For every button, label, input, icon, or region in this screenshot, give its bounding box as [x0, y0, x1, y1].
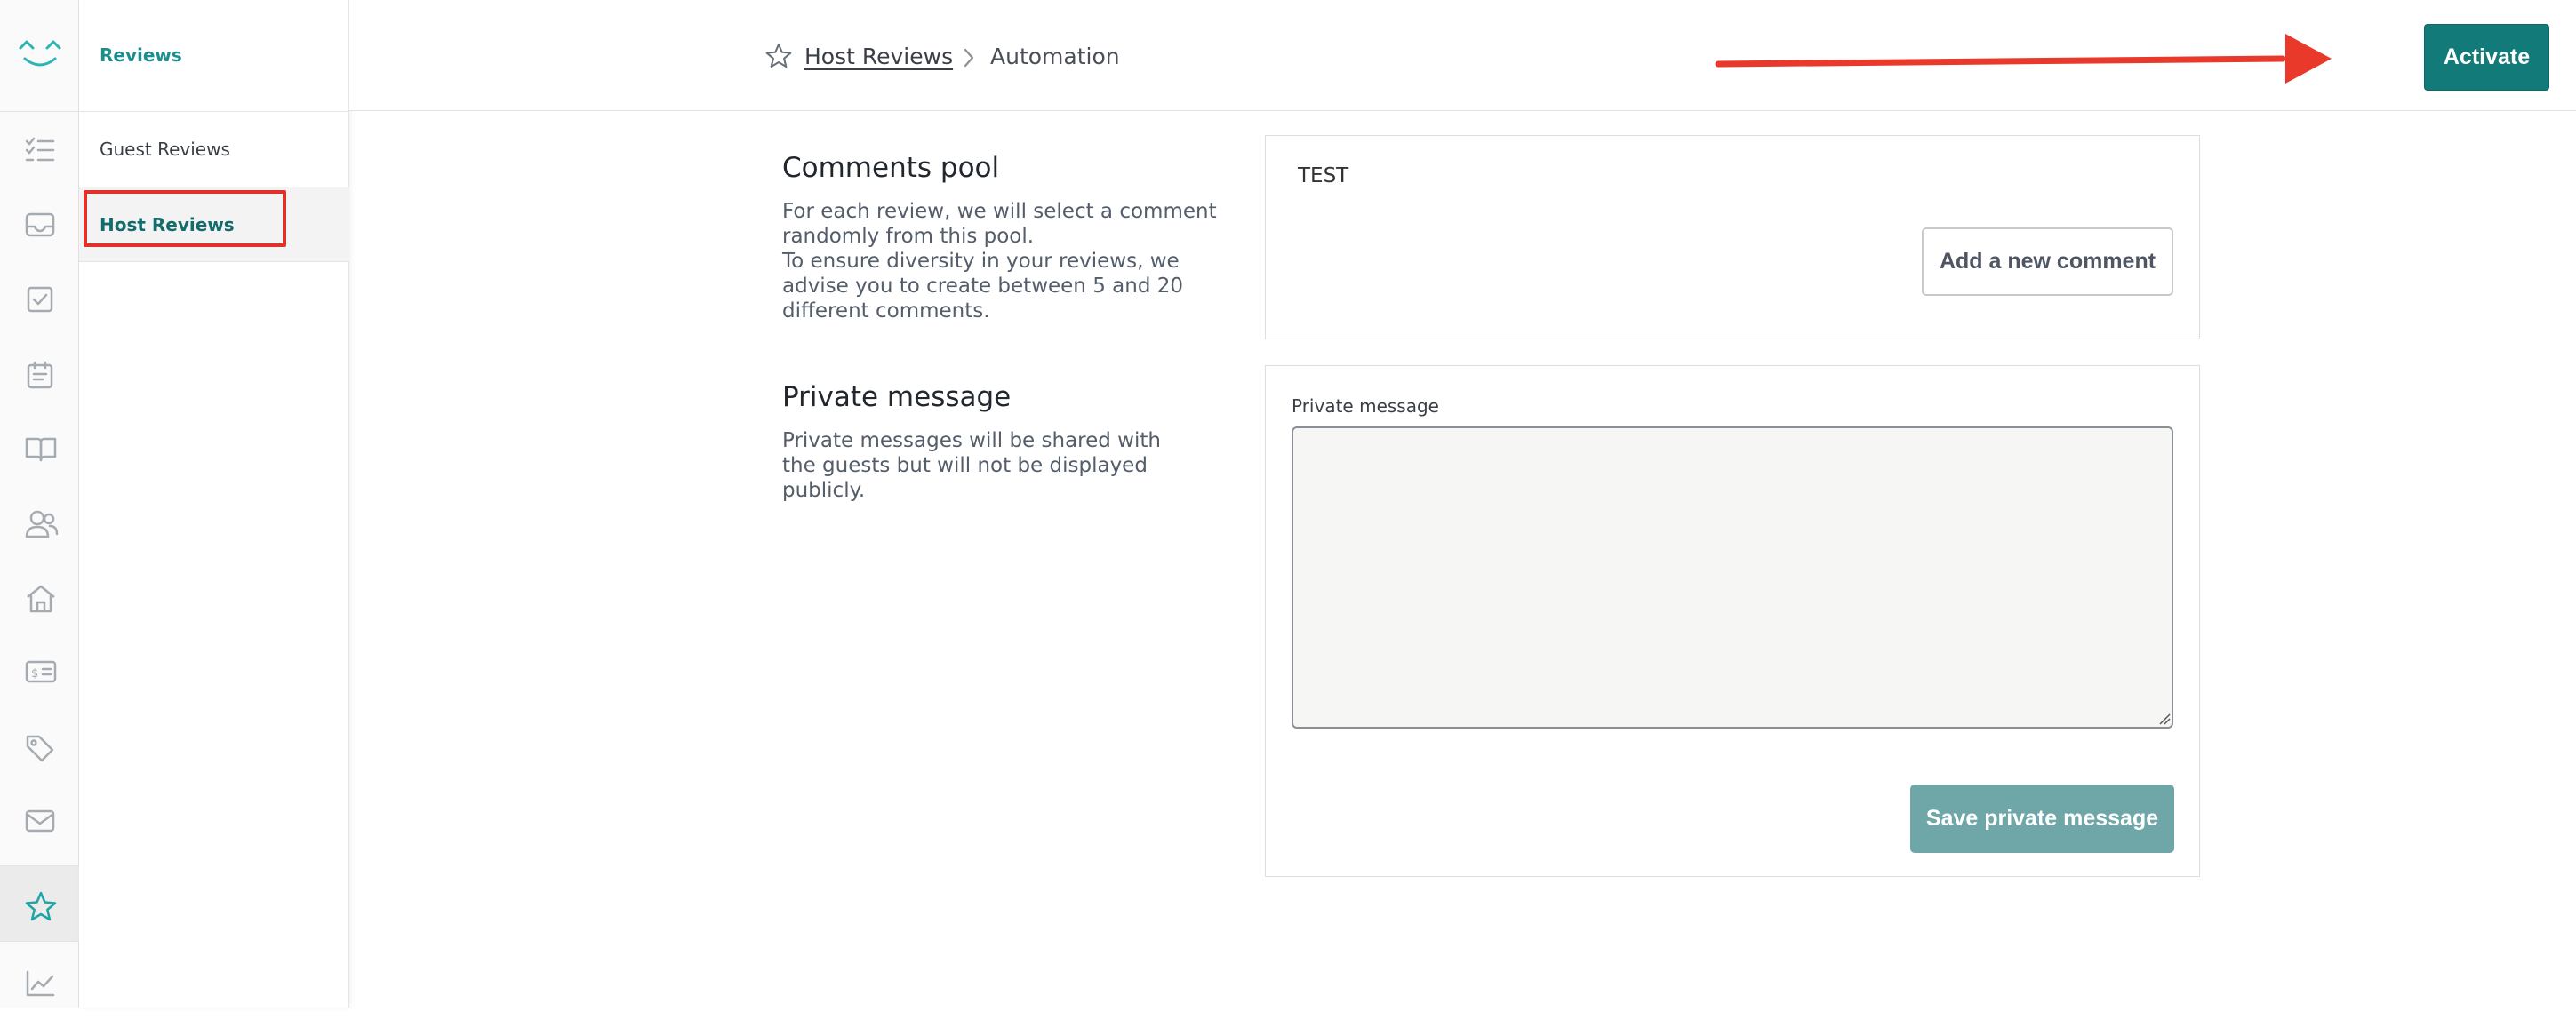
inbox-icon — [25, 212, 55, 237]
comments-pool-card: TEST Add a new comment — [1265, 135, 2200, 339]
comments-pool-title: Comments pool — [782, 152, 1000, 184]
subnav-title: Reviews — [100, 44, 182, 66]
rail-analytics[interactable] — [0, 945, 79, 1020]
annotation-arrow-icon — [1715, 34, 2332, 84]
rail-calendar[interactable] — [0, 336, 79, 410]
checklist-icon — [25, 137, 55, 162]
rail-billing[interactable]: $ — [0, 634, 79, 709]
breadcrumb-link[interactable]: Host Reviews — [804, 44, 953, 69]
description-line: For each review, we will select a commen… — [782, 200, 1217, 248]
private-message-label: Private message — [1292, 395, 1439, 417]
page-header: Host Reviews Automation Activate — [349, 0, 2576, 111]
rail-tags[interactable] — [0, 709, 79, 784]
chart-icon — [26, 970, 55, 997]
smile-logo-icon — [19, 40, 61, 67]
rail-tasks[interactable] — [0, 261, 79, 336]
resize-handle-icon[interactable] — [2158, 713, 2171, 725]
private-message-card: Private message Save private message — [1265, 365, 2200, 877]
activate-button[interactable]: Activate — [2424, 24, 2549, 91]
rail-messages[interactable] — [0, 784, 79, 858]
calendar-icon — [27, 361, 53, 389]
annotation-highlight-box — [84, 190, 286, 247]
chevron-right-icon — [964, 48, 974, 68]
home-icon — [27, 585, 55, 613]
rail-inbox[interactable] — [0, 187, 79, 261]
private-message-description: Private messages will be shared with the… — [782, 429, 1161, 502]
star-icon — [25, 891, 57, 921]
reviews-subnav: Reviews Guest Reviews Host Reviews — [79, 0, 349, 1008]
comments-pool-description: For each review, we will select a commen… — [782, 199, 1244, 323]
rail-checklist[interactable] — [0, 112, 79, 187]
comment-item[interactable]: TEST — [1298, 164, 1348, 187]
private-message-textarea[interactable] — [1292, 426, 2173, 729]
subnav-item-label: Guest Reviews — [100, 139, 230, 160]
book-icon — [25, 437, 57, 462]
rail-guidebook[interactable] — [0, 410, 79, 485]
svg-text:$: $ — [31, 667, 38, 681]
private-message-title: Private message — [782, 381, 1012, 413]
divider — [79, 261, 349, 262]
description-line: To ensure diversity in your reviews, we … — [782, 250, 1183, 323]
billing-icon: $ — [25, 660, 57, 683]
subnav-item-guest-reviews[interactable]: Guest Reviews — [79, 112, 349, 187]
tag-icon — [26, 735, 54, 762]
app-logo[interactable] — [0, 0, 79, 112]
users-icon — [25, 510, 59, 538]
favorite-star-icon[interactable] — [765, 43, 792, 68]
icon-rail: $ — [0, 0, 79, 1008]
rail-reviews[interactable] — [0, 865, 79, 942]
mail-icon — [25, 809, 55, 833]
checkbox-icon — [27, 286, 53, 313]
save-private-message-button[interactable]: Save private message — [1910, 785, 2174, 853]
add-comment-button[interactable]: Add a new comment — [1922, 227, 2173, 296]
rail-properties[interactable] — [0, 560, 79, 634]
breadcrumb-current: Automation — [990, 44, 1120, 69]
rail-contacts[interactable] — [0, 485, 79, 560]
